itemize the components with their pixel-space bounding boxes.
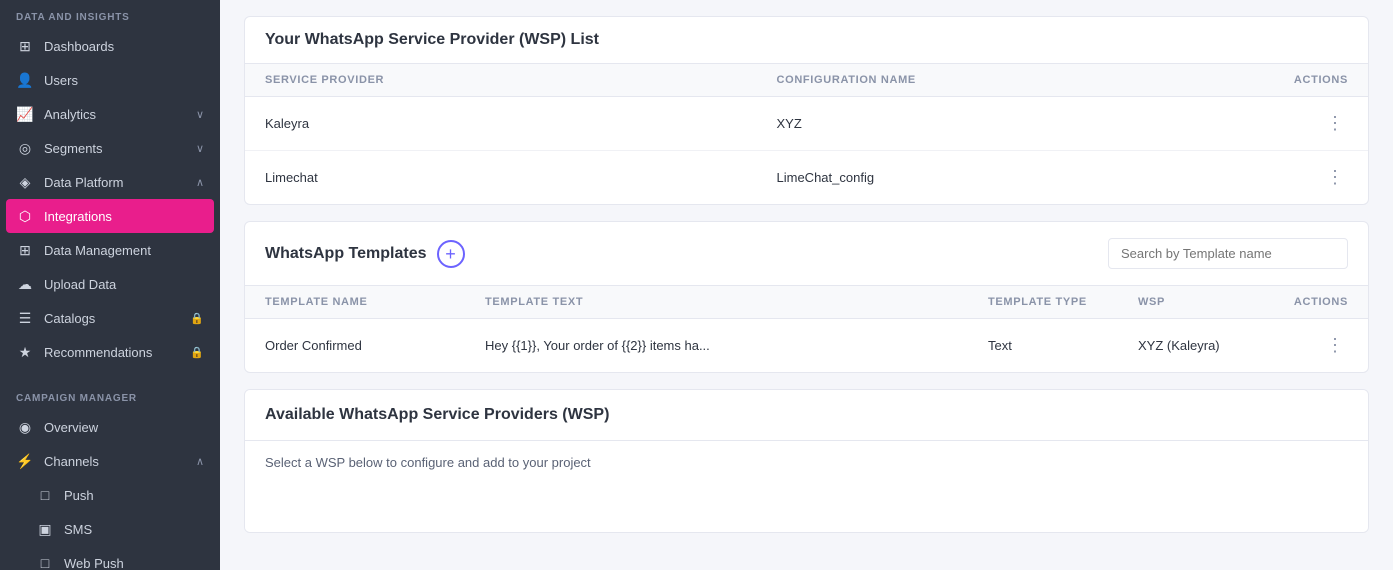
templates-section-header: WhatsApp Templates + — [245, 222, 1368, 286]
sidebar-item-push[interactable]: □ Push — [0, 478, 220, 512]
sidebar-item-label: Users — [44, 73, 78, 88]
users-icon: 👤 — [16, 71, 34, 89]
chevron-down-icon: ∨ — [196, 142, 204, 155]
wsp-table-header: SERVICE PROVIDER CONFIGURATION NAME ACTI… — [245, 64, 1368, 97]
main-content: Your WhatsApp Service Provider (WSP) Lis… — [220, 0, 1393, 570]
sidebar-item-overview[interactable]: ◉ Overview — [0, 410, 220, 444]
sidebar-item-integrations[interactable]: ⬡ Integrations — [6, 199, 214, 233]
sidebar-item-label: Channels — [44, 454, 99, 469]
sidebar-section-data-insights: DATA AND INSIGHTS — [0, 0, 220, 29]
sidebar-item-label: Web Push — [64, 556, 124, 570]
col-actions: ACTIONS — [1288, 296, 1348, 308]
analytics-icon: 📈 — [16, 105, 34, 123]
sidebar-item-dashboards[interactable]: ⊞ Dashboards — [0, 29, 220, 63]
col-template-name: TEMPLATE NAME — [265, 296, 485, 308]
sidebar-item-label: Recommendations — [44, 345, 152, 360]
search-input[interactable] — [1108, 238, 1348, 269]
lock-icon: 🔒 — [190, 312, 204, 325]
wsp-section-title: Your WhatsApp Service Provider (WSP) Lis… — [265, 31, 599, 48]
table-row: Limechat LimeChat_config ⋮ — [245, 151, 1368, 204]
config-name-value: XYZ — [777, 116, 1289, 131]
col-config-name: CONFIGURATION NAME — [777, 74, 1289, 86]
dashboards-icon: ⊞ — [16, 37, 34, 55]
templates-card: WhatsApp Templates + TEMPLATE NAME TEMPL… — [244, 221, 1369, 373]
sidebar-item-web-push[interactable]: □ Web Push — [0, 546, 220, 570]
col-template-text: TEMPLATE TEXT — [485, 296, 988, 308]
sidebar-item-sms[interactable]: ▣ SMS — [0, 512, 220, 546]
sidebar-item-analytics[interactable]: 📈 Analytics ∨ — [0, 97, 220, 131]
service-provider-value: Limechat — [265, 170, 777, 185]
sidebar-item-label: Data Platform — [44, 175, 123, 190]
sidebar-item-users[interactable]: 👤 Users — [0, 63, 220, 97]
lock-icon: 🔒 — [190, 346, 204, 359]
col-template-type: TEMPLATE TYPE — [988, 296, 1138, 308]
data-management-icon: ⊞ — [16, 241, 34, 259]
channels-icon: ⚡ — [16, 452, 34, 470]
template-wsp-value: XYZ (Kaleyra) — [1138, 338, 1288, 353]
catalogs-icon: ☰ — [16, 309, 34, 327]
actions-cell: ⋮ — [1288, 111, 1348, 136]
add-template-button[interactable]: + — [437, 240, 465, 268]
sidebar-item-channels[interactable]: ⚡ Channels ∧ — [0, 444, 220, 478]
sidebar-item-label: Catalogs — [44, 311, 95, 326]
sidebar-section-campaign: CAMPAIGN MANAGER — [0, 381, 220, 410]
overview-icon: ◉ — [16, 418, 34, 436]
sidebar-item-label: Segments — [44, 141, 103, 156]
templates-section-title: WhatsApp Templates — [265, 245, 427, 263]
sms-icon: ▣ — [36, 520, 54, 538]
config-name-value: LimeChat_config — [777, 170, 1289, 185]
upload-data-icon: ☁ — [16, 275, 34, 293]
actions-cell: ⋮ — [1288, 333, 1348, 358]
col-wsp: WSP — [1138, 296, 1288, 308]
available-wsp-description: Select a WSP below to configure and add … — [245, 441, 1368, 484]
push-icon: □ — [36, 486, 54, 504]
wsp-list-card: Your WhatsApp Service Provider (WSP) Lis… — [244, 16, 1369, 205]
table-row: Kaleyra XYZ ⋮ — [245, 97, 1368, 151]
chevron-down-icon: ∨ — [196, 108, 204, 121]
template-table-header: TEMPLATE NAME TEMPLATE TEXT TEMPLATE TYP… — [245, 286, 1368, 319]
sidebar-item-label: Analytics — [44, 107, 96, 122]
integrations-icon: ⬡ — [16, 207, 34, 225]
sidebar-item-label: SMS — [64, 522, 92, 537]
sidebar-item-upload-data[interactable]: ☁ Upload Data — [0, 267, 220, 301]
sidebar-item-label: Upload Data — [44, 277, 116, 292]
sidebar-item-label: Dashboards — [44, 39, 114, 54]
template-type-value: Text — [988, 338, 1138, 353]
more-options-button[interactable]: ⋮ — [1322, 333, 1348, 358]
more-options-button[interactable]: ⋮ — [1322, 165, 1348, 190]
available-wsp-card: Available WhatsApp Service Providers (WS… — [244, 389, 1369, 533]
col-actions: ACTIONS — [1288, 74, 1348, 86]
more-options-button[interactable]: ⋮ — [1322, 111, 1348, 136]
recommendations-icon: ★ — [16, 343, 34, 361]
available-wsp-title: Available WhatsApp Service Providers (WS… — [245, 390, 1368, 441]
sidebar-item-label: Overview — [44, 420, 98, 435]
sidebar-item-label: Push — [64, 488, 94, 503]
templates-title-row: WhatsApp Templates + — [265, 240, 465, 268]
template-name-value: Order Confirmed — [265, 338, 485, 353]
data-platform-icon: ◈ — [16, 173, 34, 191]
chevron-up-icon: ∧ — [196, 176, 204, 189]
chevron-up-icon: ∧ — [196, 455, 204, 468]
sidebar-item-label: Data Management — [44, 243, 151, 258]
web-push-icon: □ — [36, 554, 54, 570]
template-text-value: Hey {{1}}, Your order of {{2}} items ha.… — [485, 338, 988, 353]
sidebar-item-segments[interactable]: ◎ Segments ∨ — [0, 131, 220, 165]
table-row: Order Confirmed Hey {{1}}, Your order of… — [245, 319, 1368, 372]
col-service-provider: SERVICE PROVIDER — [265, 74, 777, 86]
sidebar-item-data-management[interactable]: ⊞ Data Management — [0, 233, 220, 267]
sidebar-item-data-platform[interactable]: ◈ Data Platform ∧ — [0, 165, 220, 199]
sidebar-item-recommendations[interactable]: ★ Recommendations 🔒 — [0, 335, 220, 369]
sidebar: DATA AND INSIGHTS ⊞ Dashboards 👤 Users 📈… — [0, 0, 220, 570]
actions-cell: ⋮ — [1288, 165, 1348, 190]
wsp-providers-placeholder — [245, 484, 1368, 532]
service-provider-value: Kaleyra — [265, 116, 777, 131]
segments-icon: ◎ — [16, 139, 34, 157]
sidebar-item-label: Integrations — [44, 209, 112, 224]
sidebar-item-catalogs[interactable]: ☰ Catalogs 🔒 — [0, 301, 220, 335]
